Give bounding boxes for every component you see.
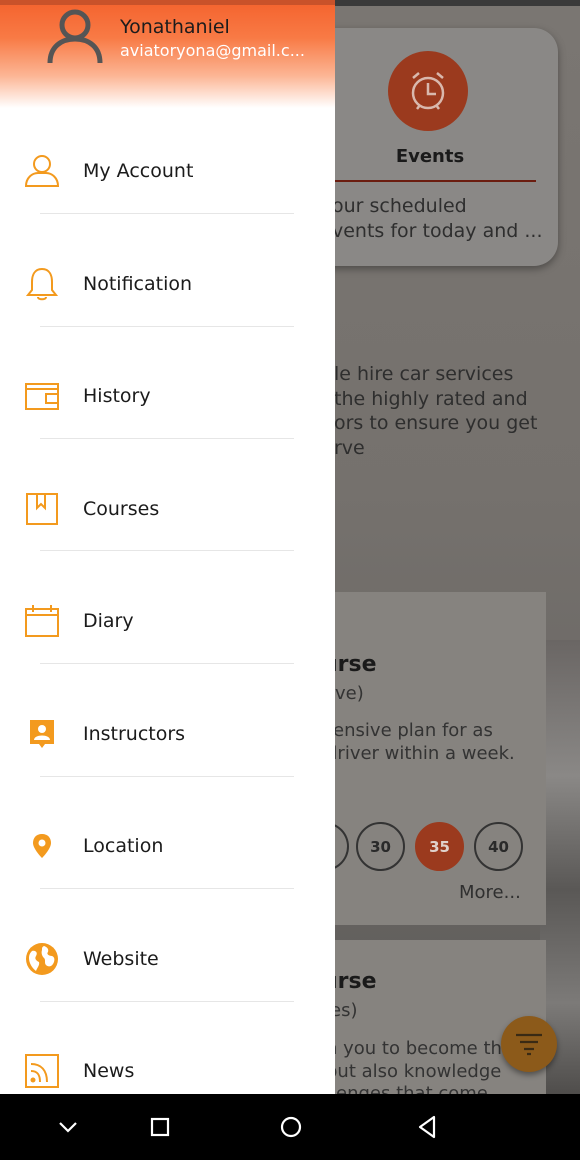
menu-item-notification[interactable]: Notification — [0, 228, 335, 340]
promo-text: le hire car services the highly rated an… — [334, 363, 538, 459]
course-description: tensive plan for as driver within a week… — [326, 720, 515, 764]
menu-label: Diary — [83, 610, 134, 632]
divider — [40, 1001, 294, 1002]
alarm-clock-icon — [411, 72, 445, 110]
bookmark-icon — [24, 491, 60, 527]
menu-label: Instructors — [83, 723, 186, 745]
events-card[interactable]: Events our scheduled vents for today and… — [300, 28, 558, 266]
filter-icon — [516, 1033, 542, 1056]
chevron-down-button[interactable] — [53, 1112, 83, 1142]
home-button[interactable] — [276, 1112, 306, 1142]
drawer-header: Yonathaniel aviatoryona@gmail.c... — [0, 0, 335, 108]
divider — [40, 663, 294, 664]
wallet-icon — [24, 378, 60, 414]
menu-label: History — [83, 385, 151, 407]
menu-item-courses[interactable]: Courses — [0, 453, 335, 565]
menu-item-my-account[interactable]: My Account — [0, 115, 335, 227]
circle-icon — [280, 1116, 302, 1138]
divider — [40, 776, 294, 777]
rss-icon — [24, 1053, 60, 1089]
alarm-clock-badge — [388, 51, 468, 131]
globe-icon — [24, 941, 60, 977]
divider — [40, 326, 294, 327]
course-subtitle: ive) — [330, 683, 364, 704]
recents-button[interactable] — [145, 1112, 175, 1142]
user-icon — [24, 153, 60, 189]
triangle-back-icon — [418, 1115, 436, 1139]
hour-option-30[interactable]: 30 — [356, 822, 405, 871]
avatar-icon — [47, 9, 103, 64]
menu-label: Notification — [83, 273, 193, 295]
back-button[interactable] — [412, 1112, 442, 1142]
chevron-down-icon — [59, 1122, 77, 1133]
divider — [40, 550, 294, 551]
divider — [40, 213, 294, 214]
user-email: aviatoryona@gmail.c... — [120, 41, 305, 60]
menu-label: Location — [83, 835, 164, 857]
course-card[interactable]: urse ive) tensive plan for as driver wit… — [300, 592, 546, 925]
menu-item-website[interactable]: Website — [0, 903, 335, 1015]
bell-icon — [24, 266, 60, 302]
calendar-icon — [24, 603, 60, 639]
divider — [40, 888, 294, 889]
menu-label: Courses — [83, 498, 160, 520]
menu-item-history[interactable]: History — [0, 340, 335, 452]
menu-item-instructors[interactable]: Instructors — [0, 678, 335, 790]
contact-card-icon — [24, 716, 60, 752]
events-description: our scheduled vents for today and ... — [332, 195, 543, 242]
events-title: Events — [395, 146, 465, 167]
menu-label: News — [83, 1060, 135, 1082]
system-navigation-bar — [0, 1094, 580, 1160]
menu-label: Website — [83, 948, 159, 970]
user-name: Yonathaniel — [120, 16, 230, 38]
divider — [40, 438, 294, 439]
square-icon — [150, 1117, 170, 1137]
menu-label: My Account — [83, 160, 194, 182]
course-card[interactable]: urse es) n you to become th but also kno… — [300, 940, 546, 1094]
location-pin-icon — [24, 828, 60, 864]
menu-item-location[interactable]: Location — [0, 790, 335, 902]
more-link[interactable]: More... — [459, 882, 521, 903]
menu-item-news[interactable]: News — [0, 1015, 335, 1094]
navigation-drawer: Yonathaniel aviatoryona@gmail.c... My Ac… — [0, 0, 335, 1094]
filter-button[interactable] — [501, 1016, 557, 1072]
hour-option-35[interactable]: 35 — [415, 822, 464, 871]
events-underline — [330, 180, 536, 182]
hour-option-40[interactable]: 40 — [474, 822, 523, 871]
menu-item-diary[interactable]: Diary — [0, 565, 335, 677]
